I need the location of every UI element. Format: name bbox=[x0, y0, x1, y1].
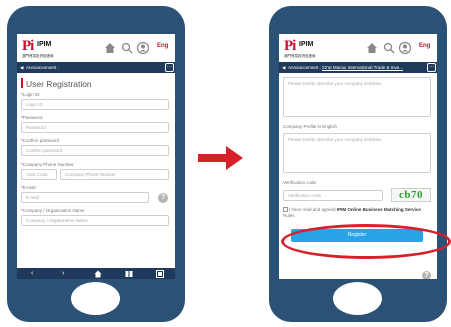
home-icon[interactable] bbox=[103, 41, 117, 55]
confirm-password-input[interactable]: Confirm password bbox=[21, 145, 169, 156]
more-icon[interactable]: ··· bbox=[165, 63, 174, 72]
menu-icon[interactable] bbox=[156, 270, 164, 278]
home-icon[interactable] bbox=[365, 41, 379, 55]
email-input[interactable]: E-mail bbox=[21, 192, 149, 203]
phone-right: Pi IPIM 澳門貿易投資促進局 Eng ◀ Announcement : 22… bbox=[269, 6, 447, 322]
phone-home-button bbox=[71, 282, 120, 315]
password-label: *Password bbox=[21, 115, 43, 120]
company-activities-textarea[interactable]: Please briefly describe your company act… bbox=[283, 77, 431, 117]
book-icon[interactable] bbox=[125, 270, 133, 278]
agree-terms[interactable]: I have read and agreed IPIM Online Busin… bbox=[283, 207, 421, 212]
app-header: Pi IPIM 澳門貿易投資促進局 Eng bbox=[17, 34, 175, 62]
lang-switch[interactable]: Eng bbox=[157, 43, 168, 49]
agree-checkbox[interactable] bbox=[283, 207, 288, 212]
confirm-password-label: *Confirm password bbox=[21, 138, 60, 143]
logo-mark: Pi bbox=[284, 38, 296, 54]
app-header: Pi IPIM 澳門貿易投資促進局 Eng bbox=[279, 34, 437, 62]
announcement-label: Announcement : bbox=[288, 65, 321, 70]
company-name-label: *Company / Organization Name bbox=[21, 208, 85, 213]
arrow-right-icon bbox=[198, 146, 243, 170]
logo-sub: 澳門貿易投資促進局 bbox=[284, 54, 316, 58]
logo-name: IPIM bbox=[299, 41, 314, 48]
password-input[interactable]: Password bbox=[21, 122, 169, 133]
login-id-input[interactable]: Login ID bbox=[21, 99, 169, 110]
company-profile-label: Company Profile in English bbox=[283, 124, 338, 129]
home-icon[interactable] bbox=[94, 270, 102, 278]
bottom-nav: ‹ › bbox=[17, 268, 175, 279]
captcha-image[interactable]: cb70 bbox=[391, 188, 431, 202]
help-icon[interactable]: ? bbox=[158, 193, 168, 203]
logo-sub: 澳門貿易投資促進局 bbox=[22, 54, 54, 58]
forward-icon[interactable]: › bbox=[62, 269, 64, 278]
area-code-input[interactable]: Area Code bbox=[21, 169, 57, 180]
announcement-bar: ◀ Announcement : 22'at Macau Internationa… bbox=[279, 62, 437, 73]
login-id-label: *Login ID bbox=[21, 92, 40, 97]
phone-label: *Company Phone Number bbox=[21, 162, 74, 167]
back-icon[interactable]: ‹ bbox=[31, 269, 33, 278]
help-icon[interactable]: ? bbox=[422, 271, 431, 279]
tutorial-image: Pi IPIM 澳門貿易投資促進局 Eng ◀ Announcement : ··… bbox=[0, 0, 451, 327]
announcement-link[interactable]: 22'at Macau International Trade & Inve..… bbox=[322, 65, 403, 70]
logo-mark: Pi bbox=[22, 38, 34, 54]
phone-home-button bbox=[333, 282, 382, 315]
ipim-logo[interactable]: Pi IPIM 澳門貿易投資促進局 bbox=[22, 38, 64, 60]
search-icon[interactable] bbox=[120, 41, 134, 55]
logo-name: IPIM bbox=[37, 41, 52, 48]
user-icon[interactable] bbox=[136, 41, 150, 55]
announcement-label: Announcement : bbox=[26, 65, 59, 70]
phone-left: Pi IPIM 澳門貿易投資促進局 Eng ◀ Announcement : ··… bbox=[7, 6, 185, 322]
company-name-input[interactable]: Company / Organization Name bbox=[21, 215, 169, 226]
verification-input[interactable]: Verification code bbox=[283, 190, 383, 201]
announcement-bar: ◀ Announcement : ··· bbox=[17, 62, 175, 73]
phone-input[interactable]: Company Phone Number bbox=[60, 169, 169, 180]
highlight-ellipse bbox=[281, 224, 451, 259]
lang-switch[interactable]: Eng bbox=[419, 43, 430, 49]
agree-terms-suffix: Rules bbox=[283, 213, 295, 218]
user-icon[interactable] bbox=[398, 41, 412, 55]
company-profile-textarea[interactable]: Please briefly describe your company act… bbox=[283, 133, 431, 173]
email-label: *E-mail bbox=[21, 185, 36, 190]
search-icon[interactable] bbox=[382, 41, 396, 55]
more-icon[interactable]: ··· bbox=[427, 63, 436, 72]
verification-label: Verification code bbox=[283, 180, 317, 185]
screen-left: Pi IPIM 澳門貿易投資促進局 Eng ◀ Announcement : ··… bbox=[17, 34, 175, 279]
page-title: User Registration bbox=[21, 78, 92, 89]
ipim-logo[interactable]: Pi IPIM 澳門貿易投資促進局 bbox=[284, 38, 326, 60]
